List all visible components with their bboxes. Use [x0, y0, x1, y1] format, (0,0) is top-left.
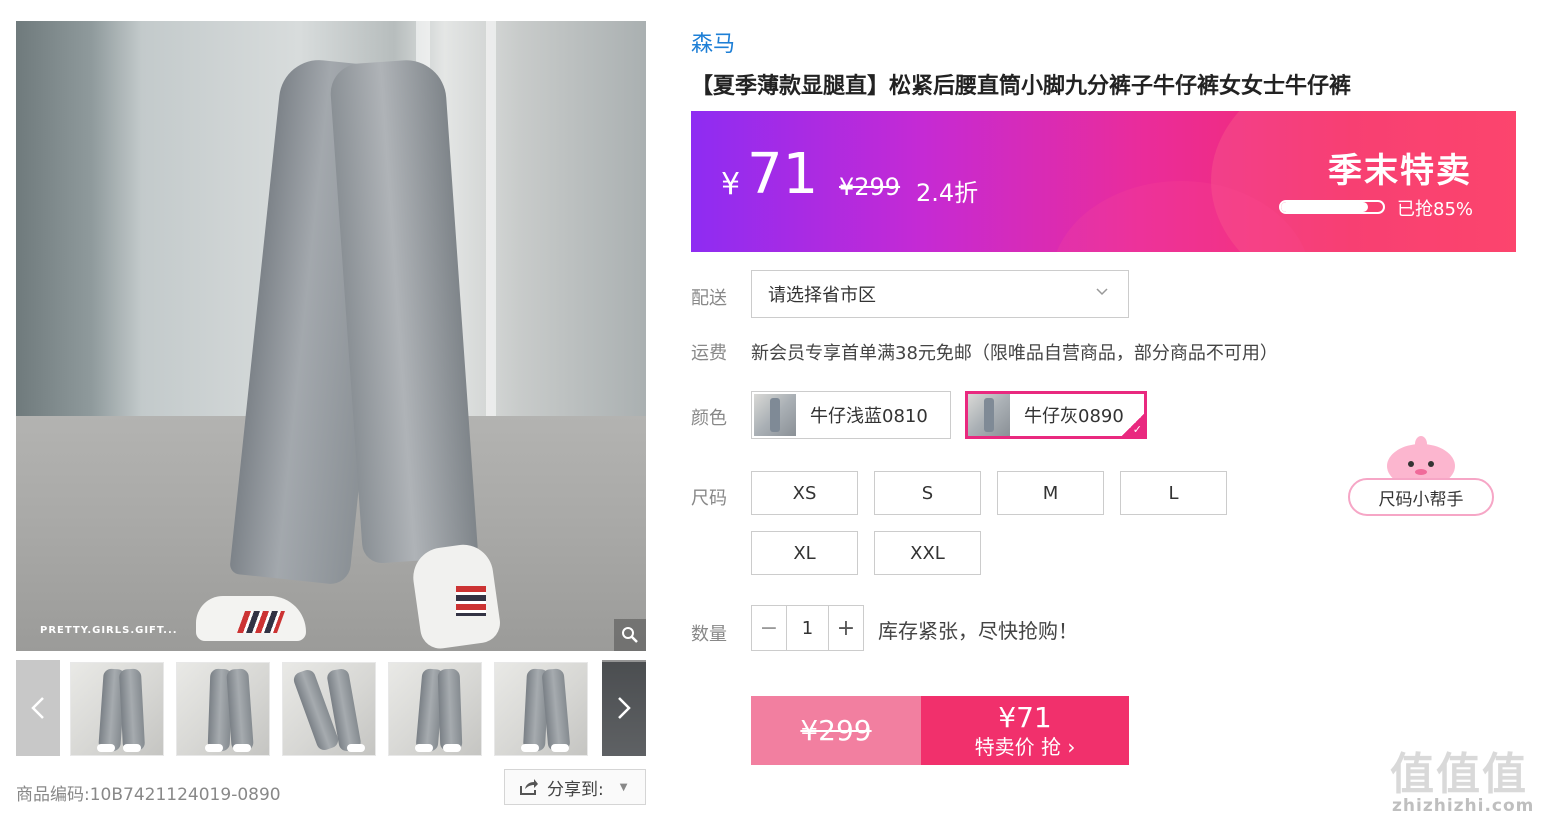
product-code-label: 商品编码:: [16, 785, 90, 805]
size-helper[interactable]: 尺码小帮手: [1348, 432, 1494, 518]
quantity-stepper: − 1 +: [751, 605, 864, 651]
color-option-label: 牛仔灰0890: [1024, 406, 1124, 427]
size-option-l[interactable]: L: [1120, 471, 1227, 515]
color-swatch-image: [968, 394, 1010, 436]
sold-progress-fill: [1281, 202, 1368, 212]
photo-watermark-text: PRETTY.GIRLS.GIFT...: [40, 625, 178, 636]
buy-original-price: ¥299: [751, 696, 921, 765]
chevron-left-icon: [31, 697, 44, 719]
quantity-plus-button[interactable]: +: [829, 606, 863, 650]
thumbnail-shoe: [205, 744, 223, 752]
photo-window-frame: [486, 21, 496, 441]
thumbnail-jeans: [118, 668, 146, 752]
region-select-placeholder: 请选择省市区: [768, 285, 876, 306]
thumbnail-jeans: [226, 668, 254, 752]
size-helper-button[interactable]: 尺码小帮手: [1348, 478, 1494, 516]
product-title: 【夏季薄款显腿直】松紧后腰直筒小脚九分裤子牛仔裤女女士牛仔裤: [691, 74, 1352, 99]
quantity-value[interactable]: 1: [786, 606, 829, 650]
thumbnail-jeans: [437, 668, 463, 752]
sold-progress-bar: [1279, 200, 1385, 214]
thumbnail-shoe: [123, 744, 141, 752]
site-watermark-url: zhizhizhi.com: [1392, 796, 1535, 816]
thumbnail-shoe: [97, 744, 115, 752]
size-option-xl[interactable]: XL: [751, 531, 858, 575]
original-price: ¥299: [839, 173, 901, 201]
selected-check-icon: ✓: [1122, 414, 1144, 436]
color-swatch-image: [754, 394, 796, 436]
thumbnail-shoe: [347, 744, 365, 752]
site-watermark: 值值值 zhizhizhi.com: [1390, 738, 1538, 820]
product-code-value: 10B7421124019-0890: [89, 785, 281, 805]
price-currency: ¥: [721, 167, 741, 202]
buy-button[interactable]: ¥299 ¥71 特卖价 抢 ›: [751, 696, 1129, 765]
thumbnail-prev-button[interactable]: [16, 660, 60, 756]
discount-label: 2.4折: [916, 179, 979, 207]
thumbnail-strip: [16, 660, 646, 756]
thumbnail-shoe: [551, 744, 569, 752]
shipping-info: 新会员专享首单满38元免邮（限唯品自营商品，部分商品不可用）: [751, 343, 1278, 364]
share-label: 分享到:: [547, 779, 604, 800]
promo-label: 季末特卖: [1328, 151, 1472, 191]
chevron-right-icon: [618, 697, 631, 719]
thumbnail-5[interactable]: [494, 662, 588, 756]
color-label: 颜色: [691, 408, 727, 429]
color-option-selected[interactable]: 牛仔灰0890 ✓: [965, 391, 1147, 439]
chevron-down-icon: [1096, 288, 1108, 296]
thumbnail-shoe: [233, 744, 251, 752]
photo-sneaker-stripe: [456, 586, 486, 616]
size-option-xxl[interactable]: XXL: [874, 531, 981, 575]
thumbnail-jeans: [541, 668, 571, 752]
main-product-photo[interactable]: PRETTY.GIRLS.GIFT...: [16, 21, 646, 651]
region-select[interactable]: 请选择省市区: [751, 270, 1129, 318]
thumbnail-4[interactable]: [388, 662, 482, 756]
size-option-xs[interactable]: XS: [751, 471, 858, 515]
product-code: 商品编码:10B7421124019-0890: [16, 780, 281, 805]
sale-price: 71: [747, 142, 819, 207]
size-option-m[interactable]: M: [997, 471, 1104, 515]
thumbnail-2[interactable]: [176, 662, 270, 756]
photo-sneaker-stripe: [236, 611, 286, 633]
color-option-label: 牛仔浅蓝0810: [810, 406, 928, 427]
quantity-minus-button[interactable]: −: [752, 606, 786, 650]
thumbnail-next-button[interactable]: [602, 660, 646, 756]
color-option[interactable]: 牛仔浅蓝0810: [751, 391, 951, 439]
brand-link[interactable]: 森马: [691, 26, 735, 58]
buy-now-panel[interactable]: ¥71 特卖价 抢 ›: [921, 696, 1129, 765]
share-icon: [520, 779, 538, 795]
size-label: 尺码: [691, 488, 727, 509]
thumbnail-shoe: [521, 744, 539, 752]
caret-down-icon: ▼: [619, 781, 628, 793]
quantity-label: 数量: [691, 624, 727, 645]
share-button[interactable]: 分享到: ▼: [504, 769, 646, 805]
thumbnail-shoe: [443, 744, 461, 752]
stock-warning: 库存紧张，尽快抢购！: [878, 619, 1078, 643]
thumbnail-shoe: [415, 744, 433, 752]
price-banner: ¥ 71 ¥299 2.4折 季末特卖 已抢85%: [691, 111, 1516, 252]
thumbnail-3[interactable]: [282, 662, 376, 756]
zoom-icon[interactable]: [614, 619, 646, 651]
size-option-s[interactable]: S: [874, 471, 981, 515]
buy-action-label: 特卖价 抢 ›: [974, 734, 1076, 759]
shipping-label: 运费: [691, 343, 727, 364]
site-watermark-logo: 值值值: [1390, 749, 1528, 800]
thumbnail-1[interactable]: [70, 662, 164, 756]
delivery-label: 配送: [691, 288, 727, 309]
buy-sale-price: ¥71: [998, 700, 1052, 734]
sold-percentage: 已抢85%: [1397, 199, 1474, 220]
